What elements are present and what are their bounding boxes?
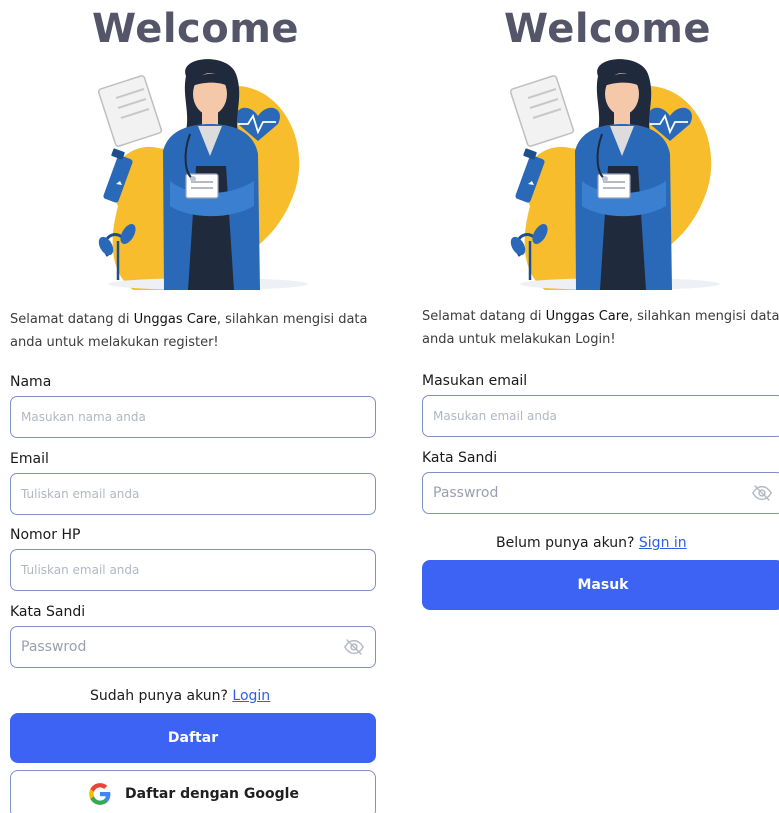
phone-label: Nomor HP <box>10 527 81 543</box>
brand-name: Unggas Care <box>545 309 629 324</box>
google-logo-icon <box>89 783 111 805</box>
login-password-label: Kata Sandi <box>422 450 498 466</box>
login-switch-text: Belum punya akun? Sign in <box>496 535 687 551</box>
login-password-field-box[interactable] <box>422 472 779 514</box>
login-password-input[interactable] <box>433 486 751 500</box>
password-field-box[interactable] <box>10 626 376 668</box>
daftar-button[interactable]: Daftar <box>10 713 376 763</box>
eye-slash-icon[interactable] <box>343 636 365 658</box>
eye-slash-icon[interactable] <box>751 482 773 504</box>
login-link[interactable]: Login <box>232 688 270 704</box>
brand-name: Unggas Care <box>133 312 217 327</box>
password-input[interactable] <box>21 640 343 654</box>
phone-input[interactable] <box>21 563 365 577</box>
login-email-input[interactable] <box>433 409 773 423</box>
doctor-illustration <box>78 56 308 290</box>
login-title: Welcome <box>504 6 712 52</box>
phone-field-box[interactable] <box>10 549 376 591</box>
email-field-box[interactable] <box>10 473 376 515</box>
password-label: Kata Sandi <box>10 604 86 620</box>
login-intro-text: Selamat datang di Unggas Care, silahkan … <box>422 309 779 347</box>
doctor-illustration <box>490 56 720 290</box>
sign-in-link[interactable]: Sign in <box>639 535 687 551</box>
login-email-label: Masukan email <box>422 373 528 389</box>
register-switch-text: Sudah punya akun? Login <box>90 688 271 704</box>
register-intro-text: Selamat datang di Unggas Care, silahkan … <box>10 312 368 350</box>
register-title: Welcome <box>92 6 300 52</box>
name-field-box[interactable] <box>10 396 376 438</box>
login-email-field-box[interactable] <box>422 395 779 437</box>
masuk-button[interactable]: Masuk <box>422 560 779 610</box>
google-button-label: Daftar dengan Google <box>125 786 299 802</box>
name-label: Nama <box>10 374 52 390</box>
email-label: Email <box>10 451 49 467</box>
name-input[interactable] <box>21 410 365 424</box>
google-signup-button[interactable]: Daftar dengan Google <box>10 770 376 813</box>
email-input[interactable] <box>21 487 365 501</box>
